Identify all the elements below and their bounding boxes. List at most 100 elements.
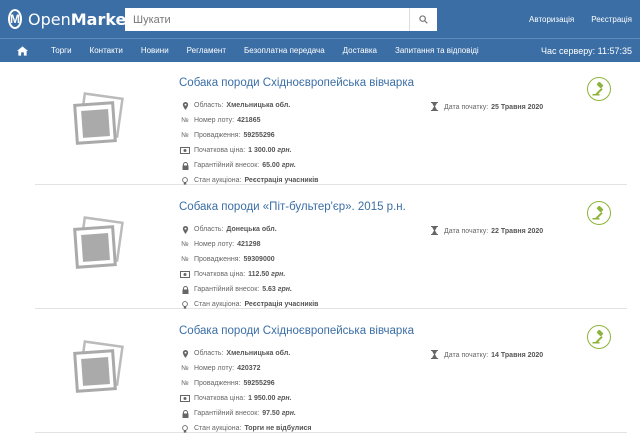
nav-item-free-transfer[interactable]: Безоплатна передача	[235, 46, 334, 55]
number-icon: №	[181, 241, 189, 248]
lot-price-currency: грн.	[277, 395, 292, 402]
lot-title[interactable]: Собака породи Східноєвропейська вівчарка	[179, 77, 414, 89]
lot-image[interactable]	[70, 340, 128, 398]
lock-icon	[179, 285, 191, 294]
number-icon: №	[181, 256, 189, 263]
nav-item-torgy[interactable]: Торги	[42, 46, 81, 55]
lot-details: Область: Хмельницька обл. № Номер лоту: …	[179, 346, 312, 436]
nav-item-regulations[interactable]: Регламент	[178, 46, 235, 55]
gavel-icon	[592, 82, 604, 96]
lot-guarantee-value: 97.50 грн.	[262, 410, 296, 417]
lot-state-label: Стан аукціона:	[194, 301, 242, 308]
lot-guarantee-amount: 5.63	[262, 286, 276, 293]
lot-number-label: Номер лоту:	[194, 117, 235, 124]
lot-title[interactable]: Собака породи Східноєвропейська вівчарка	[179, 325, 414, 337]
nav-item-news[interactable]: Новини	[132, 46, 178, 55]
lot-price-row: Початкова ціна: 1 300.00 грн.	[179, 143, 318, 158]
nav-item-faq[interactable]: Запитання та відповіді	[386, 46, 488, 55]
lot-price-value: 1 300.00 грн.	[248, 147, 291, 154]
logo-text: OpenMarket	[28, 10, 134, 29]
lot-number-value: 421298	[237, 241, 261, 248]
hourglass-icon	[431, 226, 438, 237]
pin-icon	[179, 101, 191, 110]
money-icon	[179, 147, 191, 154]
bulb-icon	[179, 176, 191, 185]
lot-image[interactable]	[70, 216, 128, 274]
lot-state-label: Стан аукціона:	[194, 425, 242, 432]
gavel-badge[interactable]	[587, 325, 611, 349]
search-input[interactable]	[125, 8, 409, 31]
server-time: Час серверу: 11:57:35	[541, 46, 632, 56]
lot-number-row: № Номер лоту: 420372	[179, 361, 312, 376]
lot-guarantee-row: Гарантійний внесок: 97.50 грн.	[179, 406, 312, 421]
image-placeholder-icon	[73, 92, 124, 145]
login-link[interactable]: Авторизація	[529, 15, 574, 24]
lot-price-amount: 112.50	[248, 271, 270, 278]
lot-proceeding-row: № Провадження: 59255296	[179, 376, 312, 391]
lot-card: Собака породи «Піт-бультер'єр». 2015 р.н…	[35, 186, 627, 309]
gavel-icon	[592, 330, 604, 344]
gavel-badge[interactable]	[587, 77, 611, 101]
nav-item-delivery[interactable]: Доставка	[334, 46, 386, 55]
lot-region-value: Донецька обл.	[226, 226, 277, 233]
lot-price-value: 112.50 грн.	[248, 271, 285, 278]
lot-title[interactable]: Собака породи «Піт-бультер'єр». 2015 р.н…	[179, 201, 406, 213]
lot-guarantee-row: Гарантійний внесок: 65.00 грн.	[179, 158, 318, 173]
lot-proceeding-label: Провадження:	[194, 132, 241, 139]
lot-start-date-label: Дата початку:	[444, 352, 489, 359]
lot-proceeding-label: Провадження:	[194, 380, 241, 387]
lot-region-row: Область: Хмельницька обл.	[179, 346, 312, 361]
lot-price-currency: грн.	[277, 147, 292, 154]
top-links: Авторизація Реєстрація	[529, 0, 632, 38]
lot-state-value: Реєстрація учасників	[244, 301, 319, 308]
logo-mark-icon: M	[8, 9, 22, 29]
lot-start-date-value: 14 Травня 2020	[491, 352, 544, 359]
lot-number-row: № Номер лоту: 421865	[179, 113, 318, 128]
image-placeholder-icon	[73, 340, 124, 393]
lot-guarantee-label: Гарантійний внесок:	[194, 162, 260, 169]
lot-price-row: Початкова ціна: 112.50 грн.	[179, 267, 318, 282]
lot-start-date: Дата початку: 25 Травня 2020	[431, 102, 543, 113]
lot-price-label: Початкова ціна:	[194, 395, 246, 402]
bulb-icon	[179, 424, 191, 433]
lot-price-amount: 1 950.00	[248, 395, 276, 402]
lot-guarantee-value: 65.00 грн.	[262, 162, 296, 169]
lot-number-row: № Номер лоту: 421298	[179, 237, 318, 252]
lot-guarantee-row: Гарантійний внесок: 5.63 грн.	[179, 282, 318, 297]
lot-guarantee-currency: грн.	[281, 410, 296, 417]
lot-start-date: Дата початку: 14 Травня 2020	[431, 350, 543, 361]
lot-proceeding-row: № Провадження: 59255296	[179, 128, 318, 143]
lot-state-row: Стан аукціона: Торги не відбулися	[179, 421, 312, 436]
lot-image[interactable]	[70, 92, 128, 150]
lot-proceeding-label: Провадження:	[194, 256, 241, 263]
search-bar	[125, 8, 437, 31]
number-icon: №	[181, 365, 189, 372]
home-icon	[16, 45, 28, 56]
search-icon	[419, 15, 428, 24]
nav-home[interactable]	[10, 45, 34, 56]
lot-region-row: Область: Донецька обл.	[179, 222, 318, 237]
lot-state-label: Стан аукціона:	[194, 177, 242, 184]
lot-region-label: Область:	[194, 226, 224, 233]
lot-price-value: 1 950.00 грн.	[248, 395, 291, 402]
pin-icon	[179, 349, 191, 358]
lot-price-row: Початкова ціна: 1 950.00 грн.	[179, 391, 312, 406]
lot-region-value: Хмельницька обл.	[226, 350, 291, 357]
hourglass-icon	[431, 102, 438, 113]
bulb-icon	[179, 300, 191, 309]
lot-region-label: Область:	[194, 102, 224, 109]
logo-text-open: Open	[28, 9, 71, 29]
register-link[interactable]: Реєстрація	[591, 15, 632, 24]
main-nav: Торги Контакти Новини Регламент Безоплат…	[0, 38, 640, 62]
money-icon	[179, 271, 191, 278]
lot-guarantee-currency: грн.	[281, 162, 296, 169]
logo[interactable]: M OpenMarket	[8, 9, 134, 29]
lot-start-date-label: Дата початку:	[444, 228, 489, 235]
nav-item-contacts[interactable]: Контакти	[81, 46, 132, 55]
lot-card: Собака породи Східноєвропейська вівчарка…	[35, 62, 627, 185]
lot-number-value: 421865	[237, 117, 261, 124]
gavel-badge[interactable]	[587, 201, 611, 225]
lot-number-label: Номер лоту:	[194, 365, 235, 372]
lot-proceeding-value: 59309000	[243, 256, 275, 263]
search-button[interactable]	[409, 8, 437, 31]
